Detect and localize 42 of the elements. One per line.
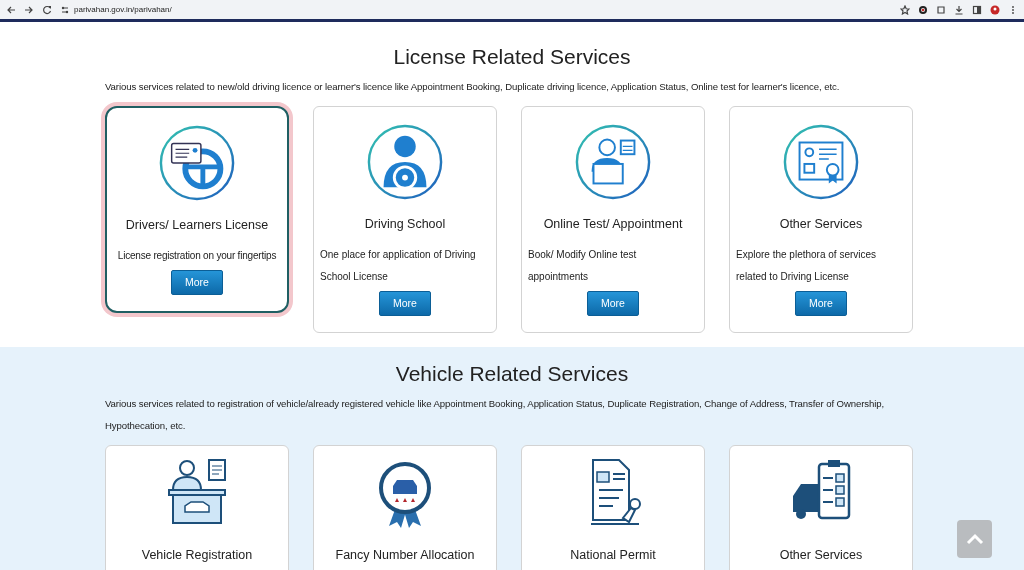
back-icon[interactable] bbox=[6, 4, 16, 15]
service-card[interactable]: Vehicle Registration bbox=[105, 445, 289, 570]
section-description: Various services related to registration of vehicle/already registered vehicle like Appointment Booking, Application Status, Duplicate Registration, Change of Address, Transfer of Ownership, Hypothecation, etc. bbox=[105, 397, 886, 434]
card-title: Vehicle Registration bbox=[140, 548, 254, 564]
card-title: Other Services bbox=[778, 216, 864, 233]
sidebar-icon[interactable] bbox=[972, 4, 982, 15]
card-title: Driving School bbox=[363, 216, 447, 233]
card-description: License registration on your fingertips bbox=[116, 248, 278, 263]
section-title: License Related Services bbox=[392, 44, 632, 70]
driver-icon bbox=[366, 123, 444, 201]
card-title: Online Test/ Appointment bbox=[542, 216, 684, 233]
person-laptop-calendar-icon bbox=[574, 123, 652, 201]
profile-avatar-icon[interactable] bbox=[990, 4, 1000, 15]
section-title: Vehicle Related Services bbox=[394, 361, 630, 388]
bookmark-star-icon[interactable] bbox=[900, 4, 910, 15]
extension-icon[interactable] bbox=[918, 4, 928, 15]
card-description: Book/ Modify Online test appointments bbox=[527, 247, 638, 284]
more-button[interactable]: More bbox=[379, 291, 431, 317]
chevron-up-icon bbox=[965, 533, 984, 545]
card-title: National Permit bbox=[569, 548, 657, 564]
service-card[interactable]: Driving School One place for application of Driving School License More bbox=[313, 106, 497, 334]
site-info-icon[interactable] bbox=[60, 4, 70, 15]
service-card[interactable]: Other Services Explore the plethora of services related to Driving License More bbox=[729, 106, 913, 334]
id-card-steering-wheel-icon bbox=[158, 124, 236, 202]
service-card[interactable]: Fancy Number Allocation bbox=[313, 445, 497, 570]
section-description: Various services related to new/old driving licence or learner's licence like Appointment Booking, Duplicate driving licence, Application Status, Online test for learner's licence, etc. bbox=[105, 80, 841, 94]
address-bar-url[interactable]: parivahan.gov.in/parivahan/ bbox=[74, 3, 172, 16]
more-button[interactable]: More bbox=[795, 291, 847, 317]
more-button[interactable]: More bbox=[587, 291, 639, 317]
card-title: Fancy Number Allocation bbox=[334, 548, 476, 564]
reload-icon[interactable] bbox=[42, 4, 52, 15]
more-button[interactable]: More bbox=[171, 270, 223, 296]
download-icon[interactable] bbox=[954, 4, 964, 15]
forward-icon[interactable] bbox=[24, 4, 34, 15]
card-title: Other Services bbox=[778, 548, 864, 564]
card-description: Explore the plethora of services related to Driving License bbox=[735, 247, 878, 284]
service-card[interactable]: Online Test/ Appointment Book/ Modify Online test appointments More bbox=[521, 106, 705, 334]
service-card[interactable]: National Permit bbox=[521, 445, 705, 570]
card-title: Drivers/ Learners License bbox=[124, 217, 270, 234]
card-description: One place for application of Driving School License bbox=[319, 247, 477, 284]
service-card[interactable]: Other Services bbox=[729, 445, 913, 570]
certificate-icon bbox=[782, 123, 860, 201]
